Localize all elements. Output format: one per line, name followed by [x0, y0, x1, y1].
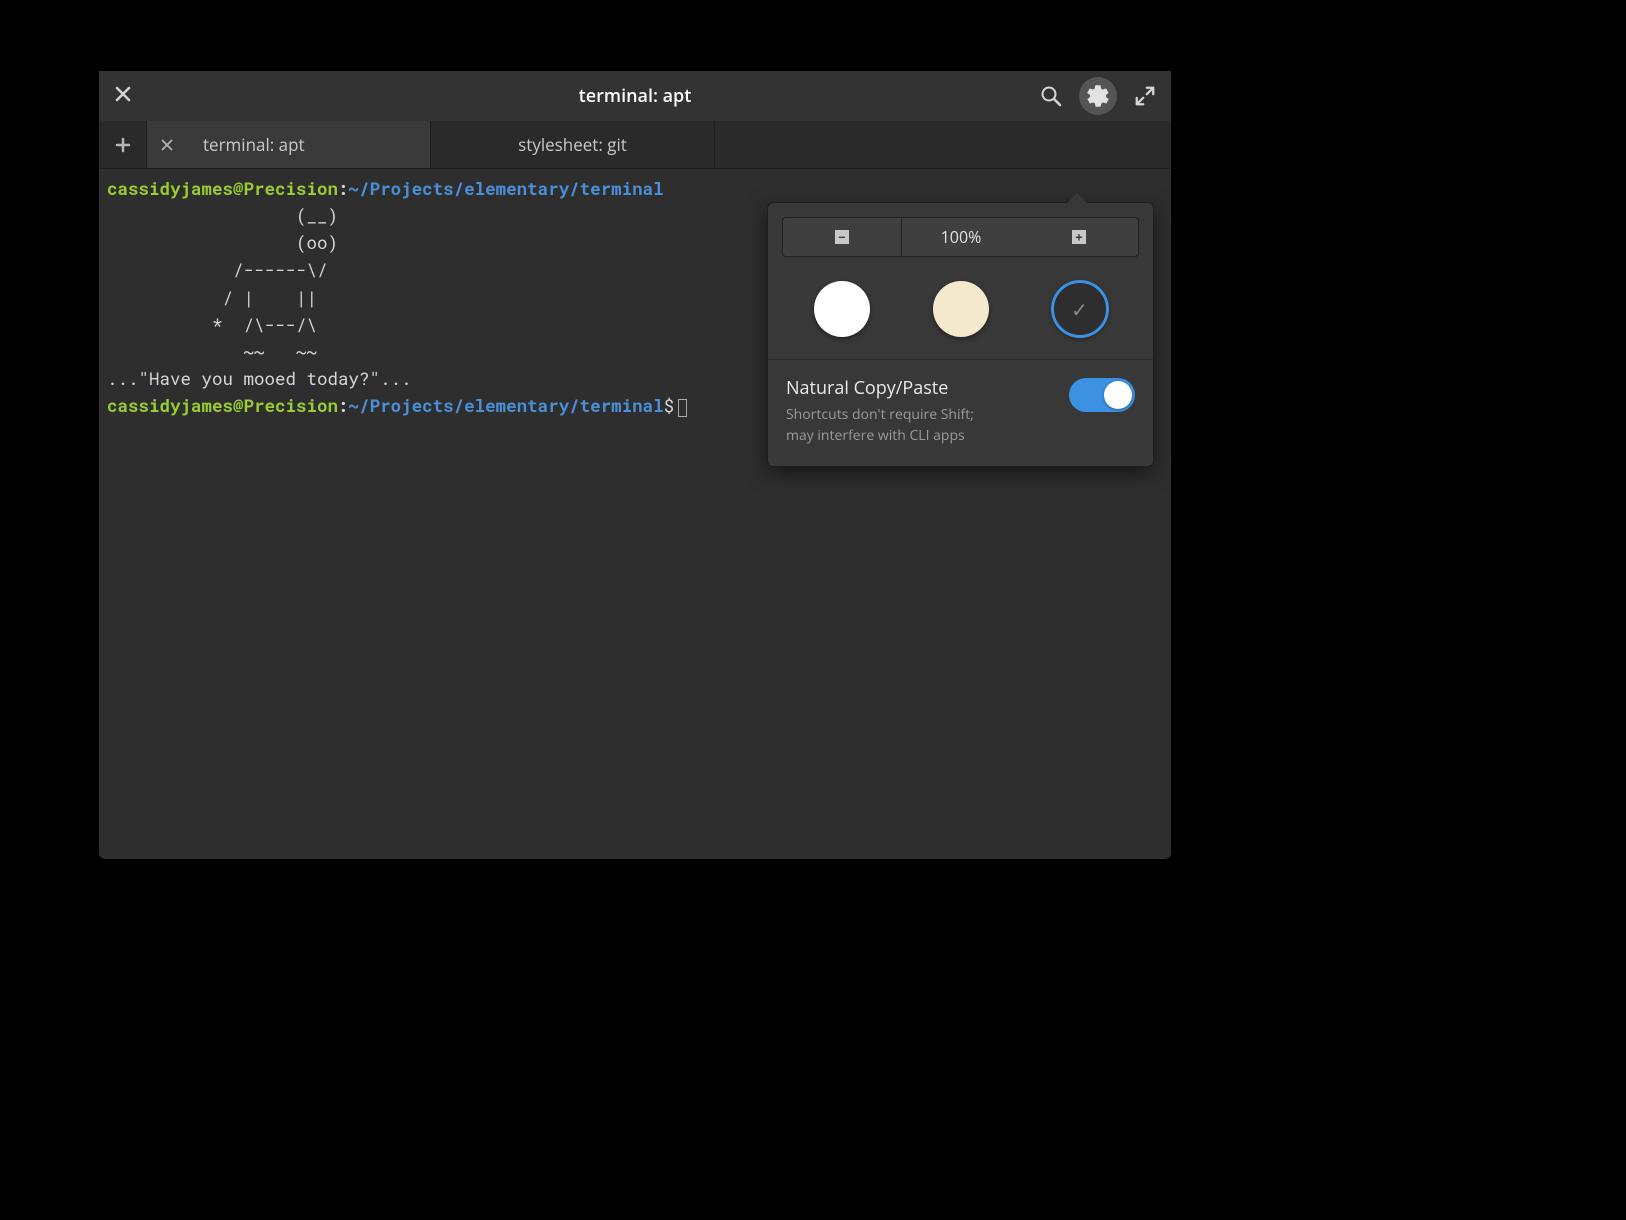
terminal-line: ..."Have you mooed today?"...: [107, 367, 412, 390]
tab-terminal-apt[interactable]: terminal: apt: [147, 121, 431, 168]
ascii-art-line: /------\/: [107, 258, 328, 281]
ascii-art-line: / | ||: [107, 286, 317, 309]
terminal-window: terminal: apt terminal: apt stylesheet: …: [99, 71, 1171, 859]
ascii-art-line: (__): [107, 204, 338, 227]
setting-text: Natural Copy/Paste Shortcuts don't requi…: [786, 376, 1057, 446]
zoom-in-button[interactable]: +: [1020, 218, 1138, 256]
gear-icon: [1085, 83, 1111, 109]
search-icon: [1039, 84, 1063, 108]
prompt-path: ~/Projects/elementary/terminal: [349, 177, 664, 200]
theme-light[interactable]: [814, 281, 870, 337]
setting-description: Shortcuts don't require Shift; may inter…: [786, 404, 1057, 446]
theme-sepia[interactable]: [933, 281, 989, 337]
prompt-user-host: cassidyjames@Precision: [107, 177, 338, 200]
ascii-art-line: * /\---/\: [107, 313, 317, 336]
theme-selector: [768, 271, 1153, 359]
headerbar: terminal: apt: [99, 71, 1171, 121]
minus-icon: −: [835, 230, 849, 244]
zoom-level[interactable]: 100%: [901, 218, 1020, 256]
tab-stylesheet-git[interactable]: stylesheet: git: [431, 121, 715, 168]
zoom-out-button[interactable]: −: [783, 218, 901, 256]
close-icon: [115, 86, 131, 102]
natural-copy-paste-setting: Natural Copy/Paste Shortcuts don't requi…: [768, 360, 1153, 466]
prompt-path: ~/Projects/elementary/terminal: [349, 394, 664, 417]
setting-title: Natural Copy/Paste: [786, 376, 1057, 400]
terminal-cursor: [678, 399, 687, 417]
prompt-user-host: cassidyjames@Precision: [107, 394, 338, 417]
search-button[interactable]: [1037, 82, 1065, 110]
tab-label: stylesheet: git: [445, 133, 700, 156]
plus-icon: +: [1072, 230, 1086, 244]
fullscreen-button[interactable]: [1131, 82, 1159, 110]
settings-button[interactable]: [1079, 77, 1117, 115]
tab-bar: terminal: apt stylesheet: git: [99, 121, 1171, 169]
theme-dark[interactable]: [1052, 281, 1108, 337]
tab-label: terminal: apt: [203, 133, 416, 156]
ascii-art-line: (oo): [107, 231, 338, 254]
ascii-art-line: ~~ ~~: [107, 340, 317, 363]
header-actions: [1037, 77, 1159, 115]
fullscreen-icon: [1134, 85, 1156, 107]
window-title: terminal: apt: [579, 84, 692, 108]
close-icon: [161, 139, 173, 151]
new-tab-button[interactable]: [99, 121, 147, 168]
toggle-knob: [1104, 381, 1132, 409]
settings-popover: − 100% + Natural Copy/Paste Shortcuts do…: [767, 202, 1154, 467]
close-button[interactable]: [111, 84, 135, 108]
zoom-controls: − 100% +: [782, 217, 1139, 257]
tab-close-button[interactable]: [161, 133, 173, 157]
plus-icon: [115, 137, 131, 153]
natural-copy-paste-toggle[interactable]: [1069, 378, 1135, 412]
